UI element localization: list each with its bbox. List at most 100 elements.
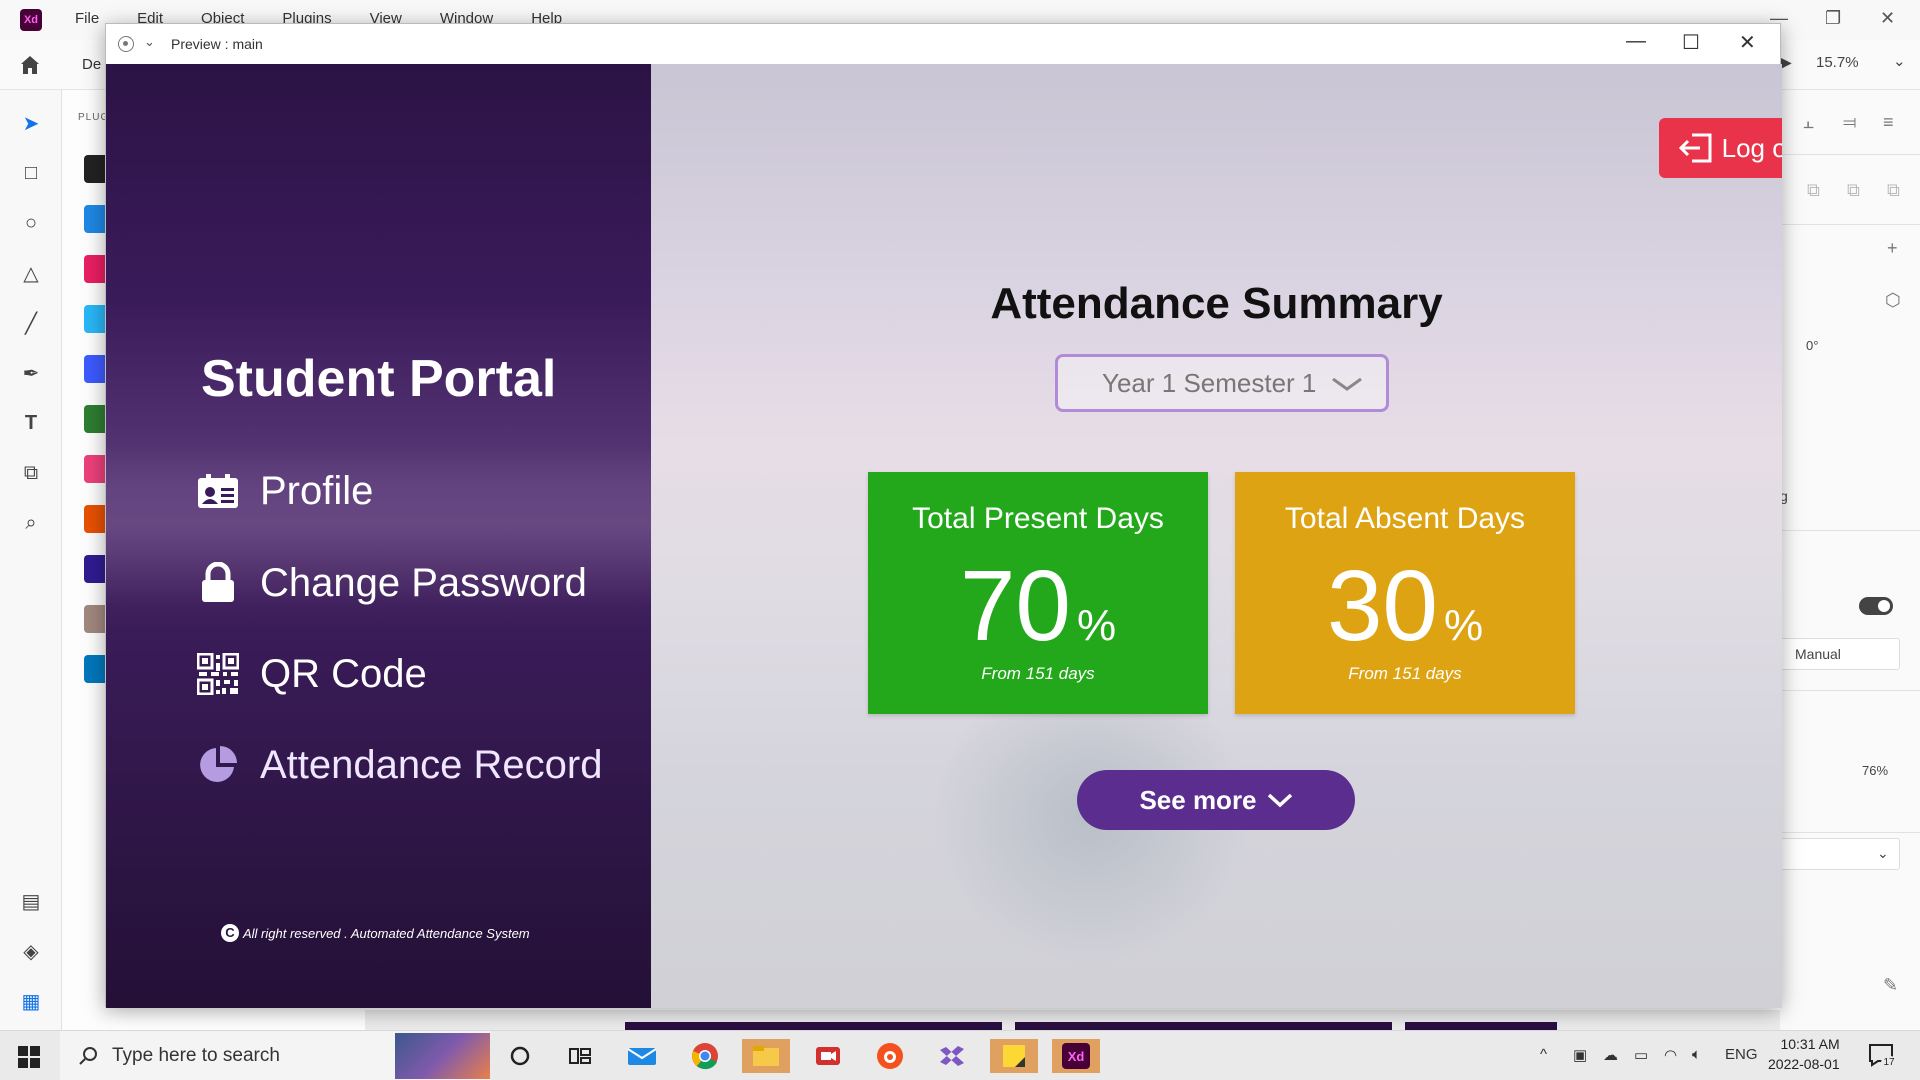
see-more-button[interactable]: See more (1077, 770, 1355, 830)
nav-label: Profile (260, 468, 374, 513)
portal-title: Student Portal (201, 350, 557, 408)
file-explorer-icon[interactable] (742, 1039, 790, 1073)
opacity-value[interactable]: 76% (1862, 763, 1888, 778)
zoom-tool-icon[interactable]: ⌕ (18, 510, 44, 536)
volume-icon[interactable]: 🔈︎ (1692, 1046, 1701, 1063)
card-subtext: From 151 days (1348, 664, 1462, 683)
absent-days-card: Total Absent Days 30 % From 151 days (1235, 472, 1575, 714)
chevron-down-icon: ⌄ (1877, 845, 1889, 861)
blend-mode-select[interactable]: ⌄ (1780, 838, 1900, 870)
nav-profile[interactable]: Profile (196, 466, 373, 516)
id-card-icon (196, 469, 240, 513)
rotation-value[interactable]: 0° (1806, 338, 1818, 353)
logout-label: Log out (1721, 132, 1782, 163)
svg-text:Xd: Xd (1068, 1049, 1085, 1064)
language-indicator[interactable]: ENG (1725, 1046, 1758, 1063)
clock-time: 10:31 AM (1780, 1036, 1840, 1052)
chevron-down-icon (1267, 793, 1292, 808)
logout-button[interactable]: Log out (1659, 118, 1782, 178)
taskbar: Type here to search Xd ^ ▣ ☁ ▭ ◠ 🔈︎ ENG … (0, 1030, 1920, 1080)
mail-icon[interactable] (618, 1039, 666, 1073)
sticky-notes-icon[interactable] (990, 1039, 1038, 1073)
cortana-icon[interactable] (496, 1039, 544, 1073)
pie-chart-icon (196, 743, 240, 787)
artboard-thumbnail[interactable] (625, 1022, 1002, 1030)
artboard-tool-icon[interactable]: ⧉ (18, 460, 44, 486)
chevron-up-icon[interactable]: ^ (1540, 1046, 1547, 1063)
nav-qr-code[interactable]: QR Code (196, 649, 427, 699)
rectangle-tool-icon[interactable]: □ (18, 160, 44, 186)
meet-now-icon[interactable]: ▣ (1573, 1046, 1587, 1064)
card-number: 30 (1326, 550, 1439, 662)
chevron-down-icon (1332, 377, 1362, 391)
wifi-icon[interactable]: ◠ (1664, 1046, 1677, 1064)
preview-content: Student Portal Profile Change Password Q… (106, 64, 1782, 1008)
adobe-xd-icon[interactable]: Xd (1052, 1039, 1100, 1073)
artboard-thumbnail[interactable] (1405, 1022, 1557, 1030)
assets-icon[interactable]: ▤ (18, 888, 44, 914)
nav-label: Change Password (260, 560, 587, 605)
card-unit: % (1077, 601, 1117, 650)
preview-titlebar: ⌄ Preview : main — ☐ ✕ (106, 24, 1780, 64)
chrome-icon[interactable] (681, 1039, 729, 1073)
camera-app-icon[interactable] (866, 1039, 914, 1073)
clock[interactable]: 10:31 AM 2022-08-01 (1768, 1034, 1840, 1074)
notification-center-icon[interactable]: 17 (1868, 1043, 1897, 1070)
boolean-icon[interactable]: ⧉ (1847, 180, 1860, 201)
semester-select[interactable]: Year 1 Semester 1 (1055, 354, 1389, 412)
line-tool-icon[interactable]: ╱ (18, 310, 44, 336)
qr-code-icon (196, 652, 240, 696)
screen-recorder-icon[interactable] (804, 1039, 852, 1073)
chevron-down-icon[interactable]: ⌄ (1893, 52, 1906, 70)
plugins-icon[interactable]: ▦ (18, 988, 44, 1014)
add-icon[interactable]: + (1887, 238, 1898, 259)
record-icon[interactable] (118, 36, 134, 52)
clock-date: 2022-08-01 (1768, 1056, 1840, 1072)
battery-icon[interactable]: ▭ (1634, 1046, 1648, 1064)
page-title: Attendance Summary (990, 279, 1443, 328)
maximize-icon[interactable]: ☐ (1682, 30, 1700, 55)
visual-studio-icon[interactable] (928, 1039, 976, 1073)
boolean-icon[interactable]: ⧉ (1887, 180, 1900, 201)
minimize-icon[interactable]: — (1626, 30, 1646, 53)
card-label: Total Absent Days (1284, 502, 1526, 535)
play-icon[interactable]: ▶ (1781, 54, 1792, 71)
align-center-icon[interactable]: ⫠ (1803, 112, 1814, 133)
close-icon[interactable]: ✕ (1739, 30, 1756, 55)
zoom-level[interactable]: 15.7% (1816, 54, 1859, 71)
boolean-icon[interactable]: ⧉ (1807, 180, 1820, 201)
card-label: Total Present Days (912, 502, 1164, 535)
artboard-thumbnail[interactable] (1015, 1022, 1392, 1030)
responsive-resize-field[interactable]: Manual (1780, 638, 1900, 670)
nav-label: Attendance Record (260, 742, 603, 787)
nav-change-password[interactable]: Change Password (196, 558, 587, 608)
task-view-icon[interactable] (556, 1039, 604, 1073)
nav-label: QR Code (260, 651, 427, 696)
layers-icon[interactable]: ◈ (18, 938, 44, 964)
polygon-tool-icon[interactable]: △ (18, 260, 44, 286)
3d-cube-icon[interactable]: ⬡ (1885, 290, 1901, 311)
preview-window: ⌄ Preview : main — ☐ ✕ Student Portal Pr… (105, 23, 1782, 1008)
select-tool-icon[interactable]: ➤ (18, 110, 44, 136)
copyright-footer: C All right reserved . Automated Attenda… (221, 924, 530, 942)
toggle-switch[interactable] (1859, 597, 1893, 615)
home-icon[interactable] (18, 53, 42, 77)
distribute-icon[interactable]: ≡ (1883, 112, 1894, 133)
menu-file[interactable]: File (75, 10, 99, 27)
align-right-icon[interactable]: ⫤ (1843, 112, 1857, 133)
nav-attendance-record[interactable]: Attendance Record (196, 740, 602, 790)
windows-start-icon[interactable] (18, 1046, 40, 1068)
close-icon[interactable]: ✕ (1880, 8, 1895, 29)
design-tab[interactable]: De (82, 56, 101, 73)
ellipse-tool-icon[interactable]: ○ (18, 210, 44, 236)
pen-tool-icon[interactable]: ✒ (18, 360, 44, 386)
chevron-down-icon[interactable]: ⌄ (144, 34, 155, 50)
eyedropper-icon[interactable]: ✎ (1883, 975, 1898, 996)
notification-count: 17 (1881, 1056, 1897, 1070)
see-more-label: See more (1139, 784, 1257, 815)
onedrive-icon[interactable]: ☁ (1603, 1046, 1618, 1064)
card-unit: % (1444, 601, 1484, 650)
restore-icon[interactable]: ❐ (1825, 8, 1841, 29)
manual-label: Manual (1795, 646, 1841, 662)
text-tool-icon[interactable]: T (18, 410, 44, 436)
